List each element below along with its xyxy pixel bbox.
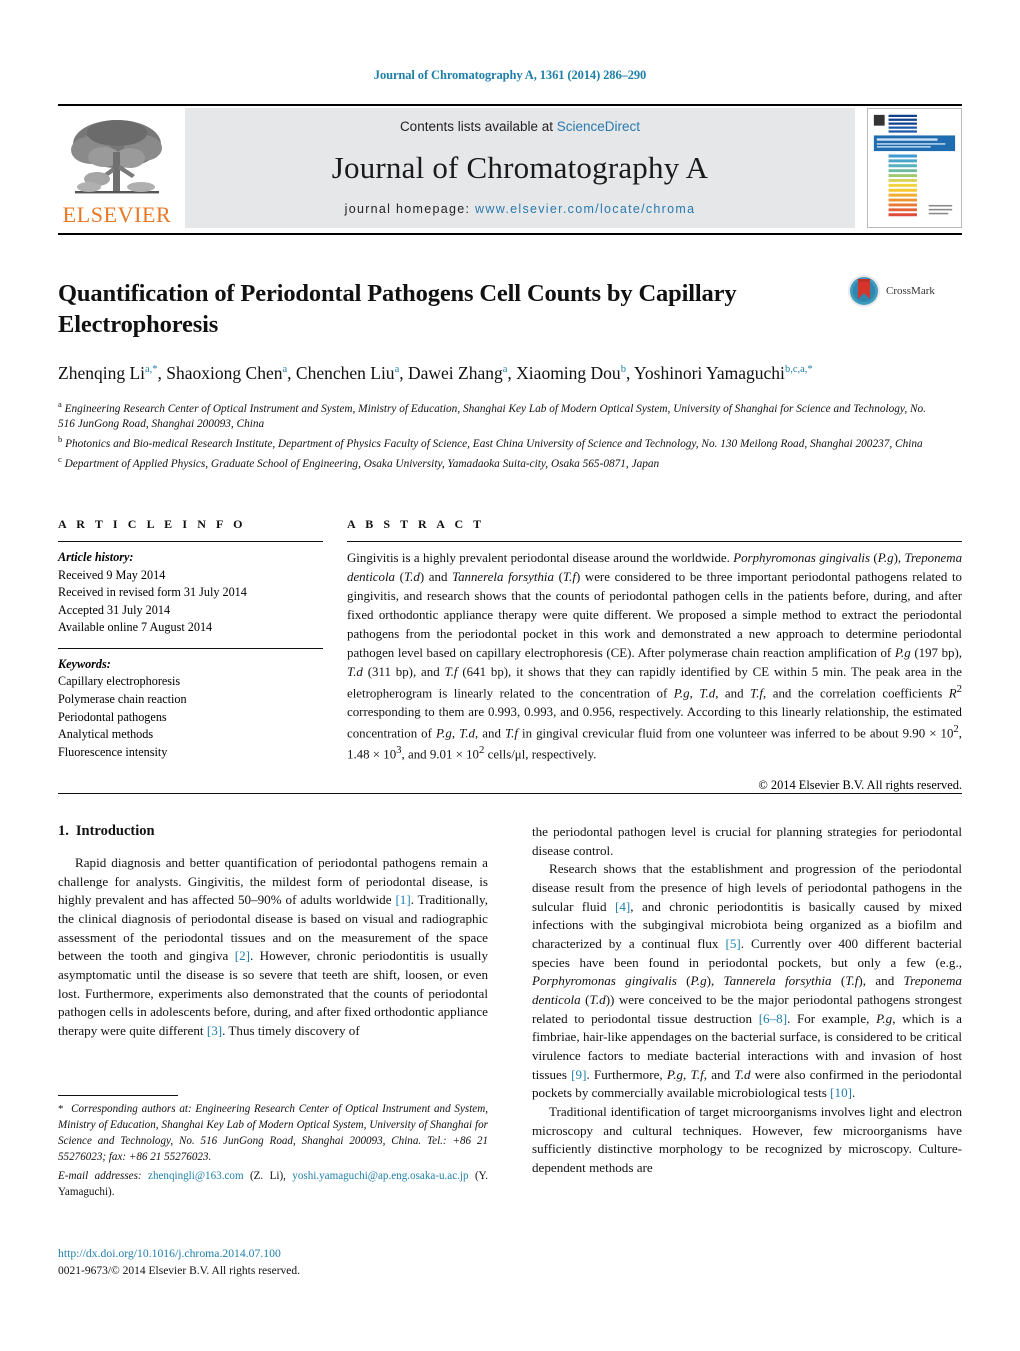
- abstract-heading: A B S T R A C T: [347, 517, 485, 531]
- keyword-item: Capillary electrophoresis: [58, 674, 181, 689]
- keyword-item: Fluorescence intensity: [58, 744, 168, 759]
- affiliation-mark-b: b: [58, 434, 63, 445]
- section-heading-introduction: 1. Introduction: [58, 823, 488, 840]
- footnote-rule: [58, 1095, 178, 1096]
- homepage-prefix: journal homepage:: [344, 202, 476, 216]
- running-head: Journal of Chromatography A, 1361 (2014)…: [373, 68, 647, 82]
- issn-copyright: 0021-9673/© 2014 Elsevier B.V. All right…: [58, 1264, 301, 1277]
- journal-cover-thumbnail[interactable]: [867, 108, 962, 228]
- body-column-right: the periodontal pathogen level is crucia…: [532, 823, 962, 1177]
- elsevier-wordmark: ELSEVIER: [62, 202, 172, 227]
- affiliation-c: c Department of Applied Physics, Graduat…: [58, 453, 938, 472]
- article-info-column: A R T I C L E I N F O Article history: R…: [58, 517, 323, 793]
- corresponding-author-footnote: * Corresponding authors at: Engineering …: [58, 1095, 488, 1201]
- history-item: Received 9 May 2014: [58, 567, 166, 582]
- article-info-rule: [58, 541, 323, 542]
- history-item: Accepted 31 July 2014: [58, 602, 171, 617]
- keywords-block: Keywords: Capillary electrophoresis Poly…: [58, 656, 323, 761]
- affiliation-mark-a: a: [58, 398, 62, 409]
- footnote-corresponding: * Corresponding authors at: Engineering …: [58, 1103, 488, 1163]
- footnote-emails: E-mail addresses: zhenqingli@163.com (Z.…: [58, 1169, 488, 1198]
- masthead-top-rule: [58, 104, 962, 106]
- crossmark-label: CrossMark: [886, 285, 935, 297]
- article-history-label: Article history:: [58, 550, 134, 564]
- history-item: Received in revised form 31 July 2014: [58, 585, 247, 600]
- sciencedirect-link[interactable]: ScienceDirect: [557, 119, 640, 134]
- crossmark-badge[interactable]: CrossMark: [847, 274, 962, 308]
- section-number: 1.: [58, 823, 69, 839]
- keyword-item: Analytical methods: [58, 727, 154, 742]
- abstract-text: Gingivitis is a highly prevalent periodo…: [347, 551, 963, 762]
- info-abstract-region: A R T I C L E I N F O Article history: R…: [58, 517, 962, 793]
- doi-link[interactable]: http://dx.doi.org/10.1016/j.chroma.2014.…: [58, 1245, 488, 1263]
- abstract-rule: [347, 541, 962, 542]
- journal-title: Journal of Chromatography A: [331, 150, 709, 185]
- masthead-bottom-rule: [58, 233, 962, 235]
- keywords-rule: [58, 647, 323, 649]
- affiliation-text-c: Department of Applied Physics, Graduate …: [64, 457, 660, 470]
- page-title: Quantification of Periodontal Pathogens …: [58, 280, 737, 339]
- title-block: Quantification of Periodontal Pathogens …: [58, 275, 962, 473]
- affiliation-a: a Engineering Research Center of Optical…: [58, 398, 938, 433]
- keyword-item: Periodontal pathogens: [58, 709, 167, 724]
- article-history-block: Article history: Received 9 May 2014 Rec…: [58, 549, 323, 637]
- keywords-label: Keywords:: [58, 656, 111, 671]
- article-info-heading: A R T I C L E I N F O: [58, 517, 247, 531]
- contents-available-line: Contents lists available at ScienceDirec…: [400, 119, 640, 134]
- section-title: Introduction: [75, 823, 155, 839]
- affiliation-text-a: Engineering Research Center of Optical I…: [58, 402, 926, 431]
- intro-paragraph-1-cont: the periodontal pathogen level is crucia…: [532, 824, 962, 858]
- journal-homepage-line: journal homepage: www.elsevier.com/locat…: [345, 202, 696, 216]
- abstract-copyright: © 2014 Elsevier B.V. All rights reserved…: [758, 777, 962, 792]
- history-item: Available online 7 August 2014: [58, 620, 213, 635]
- affiliation-list: a Engineering Research Center of Optical…: [58, 398, 938, 472]
- author-list: Zhenqing Lia,*, Shaoxiong Chena, Chenche…: [58, 362, 813, 383]
- crossmark-icon: [848, 275, 880, 307]
- elsevier-tree-icon: [71, 120, 162, 194]
- paper-page: Journal of Chromatography A, 1361 (2014)…: [0, 0, 1020, 1351]
- contents-prefix: Contents lists available at: [399, 119, 557, 134]
- elsevier-logo: ELSEVIER: [58, 108, 176, 228]
- abstract-column: A B S T R A C T Gingivitis is a highly p…: [347, 517, 962, 793]
- homepage-link[interactable]: www.elsevier.com/locate/chroma: [475, 202, 695, 216]
- affiliation-text-b: Photonics and Bio-medical Research Insti…: [65, 438, 923, 451]
- affiliation-b: b Photonics and Bio-medical Research Ins…: [58, 433, 938, 452]
- journal-masthead: ELSEVIER Contents lists available at Sci…: [58, 108, 962, 228]
- intro-paragraph-3: Traditional identification of target mic…: [532, 1103, 962, 1175]
- doi-block: http://dx.doi.org/10.1016/j.chroma.2014.…: [58, 1245, 488, 1280]
- affiliation-mark-c: c: [58, 454, 62, 465]
- keyword-item: Polymerase chain reaction: [58, 691, 187, 706]
- abstract-bottom-rule: [58, 793, 962, 794]
- intro-paragraph-2: Research shows that the establishment an…: [532, 861, 963, 1101]
- sciencedirect-banner: Contents lists available at ScienceDirec…: [185, 108, 855, 228]
- intro-paragraph-1: Rapid diagnosis and better quantificatio…: [58, 855, 488, 1038]
- cover-artwork: [868, 109, 961, 225]
